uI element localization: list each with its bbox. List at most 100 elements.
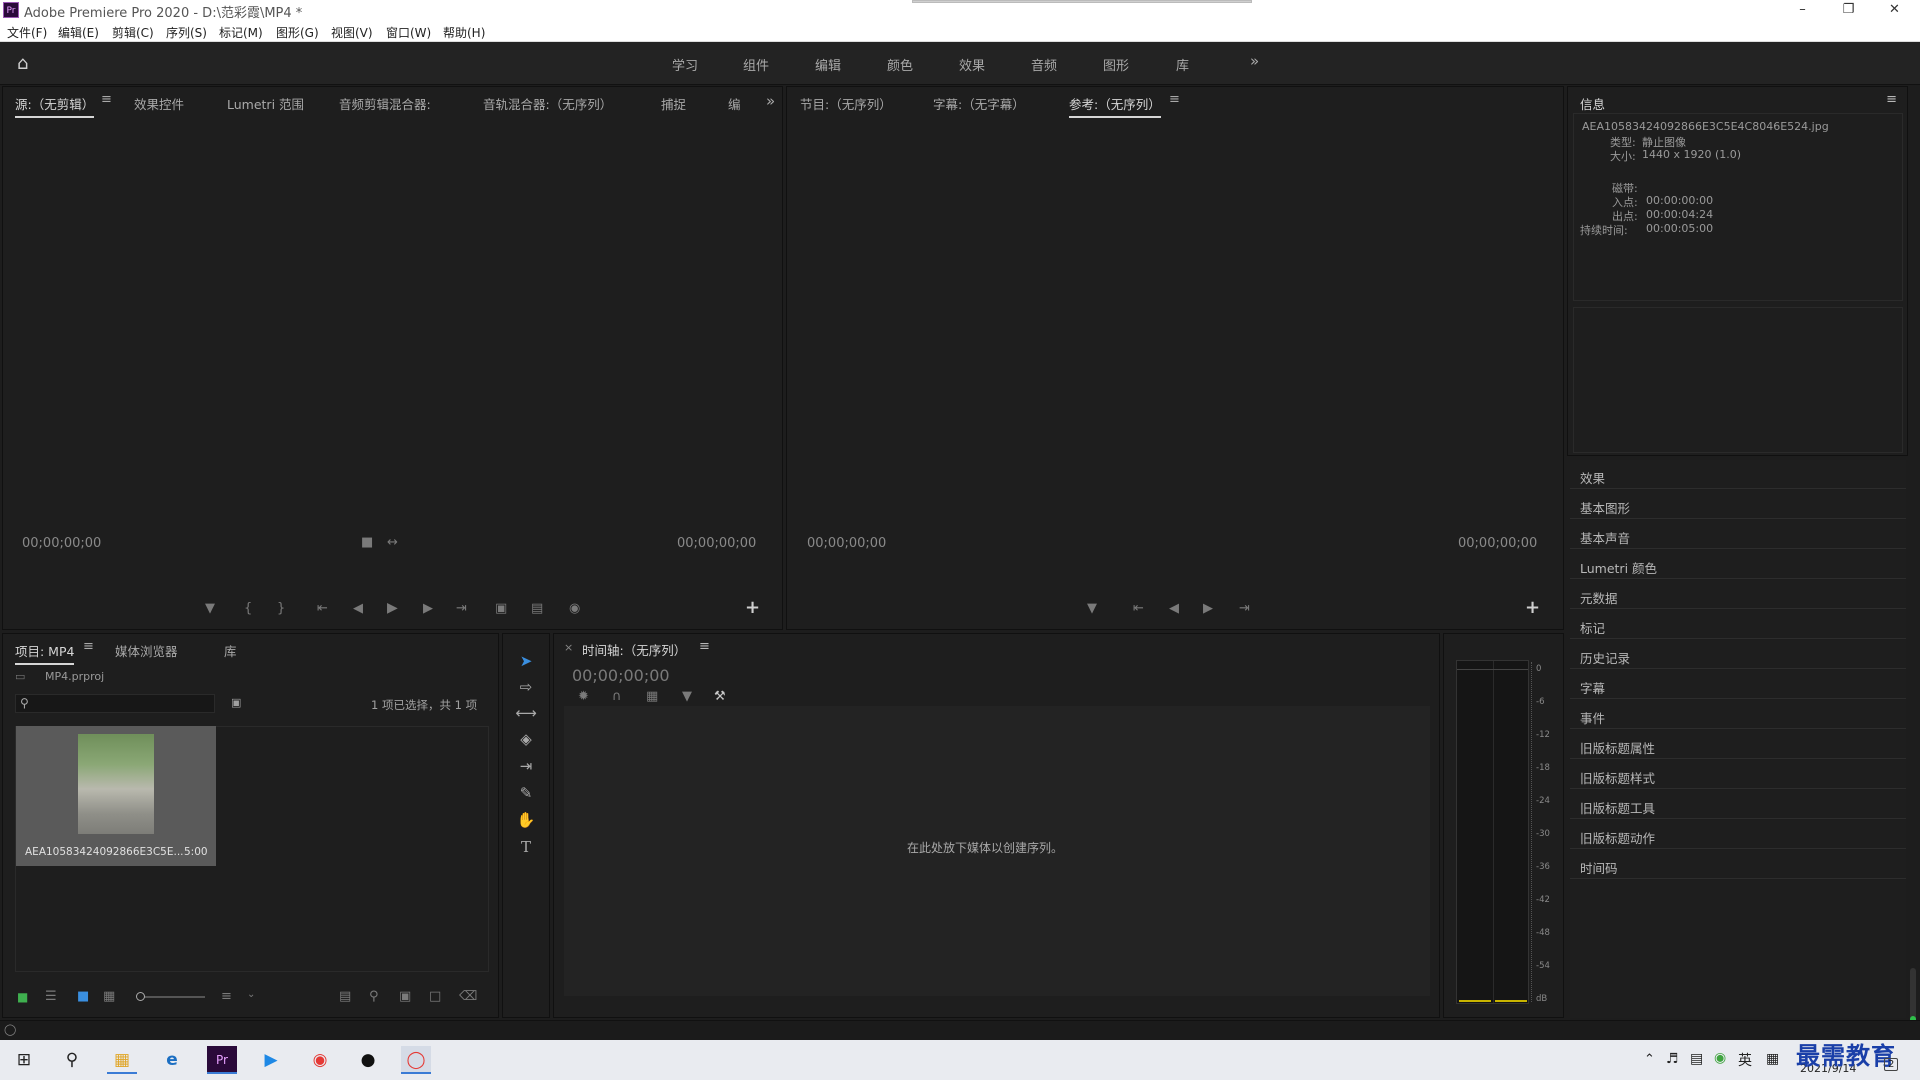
workspace-effects[interactable]: 效果 [959, 55, 985, 74]
panel-menu-icon[interactable]: ≡ [83, 639, 94, 654]
panel-legacy-title-properties[interactable]: 旧版标题属性 [1570, 730, 1906, 759]
tab-audio-clip-mixer[interactable]: 音频剪辑混合器: [339, 94, 431, 113]
tab-program[interactable]: 节目:（无序列） [800, 94, 892, 113]
premiere-taskbar-icon[interactable]: Pr [207, 1046, 237, 1074]
button-editor-plus-icon[interactable]: + [745, 597, 760, 618]
step-back-icon[interactable]: ◀ [1169, 601, 1179, 616]
workspace-editing[interactable]: 编辑 [815, 55, 841, 74]
tab-libraries[interactable]: 库 [224, 641, 237, 660]
zoom-slider-handle[interactable] [136, 992, 145, 1001]
tab-edit-truncated[interactable]: 编 [728, 94, 741, 113]
workspace-assembly[interactable]: 组件 [743, 55, 769, 74]
volume-icon[interactable]: ♬ [1666, 1051, 1679, 1067]
workspace-audio[interactable]: 音频 [1031, 55, 1057, 74]
overwrite-icon[interactable]: ▤ [531, 601, 543, 616]
workspace-color[interactable]: 颜色 [887, 55, 913, 74]
wrench-icon[interactable]: ⚒ [714, 689, 726, 704]
panel-legacy-title-actions[interactable]: 旧版标题动作 [1570, 820, 1906, 849]
export-frame-icon[interactable]: ◉ [569, 601, 580, 616]
file-explorer-icon[interactable]: ▦ [107, 1046, 137, 1074]
close-tab-icon[interactable]: × [564, 641, 573, 654]
menu-window[interactable]: 窗口(W) [386, 24, 431, 41]
menu-sequence[interactable]: 序列(S) [166, 24, 207, 41]
security-shield-icon[interactable]: ◉ [1714, 1050, 1726, 1066]
panel-menu-icon[interactable]: ≡ [1169, 92, 1180, 107]
sort-icon[interactable]: ≡ [221, 989, 232, 1004]
type-tool-icon[interactable]: T [512, 838, 540, 862]
project-search-input[interactable]: ⚲ [15, 694, 215, 713]
right-scrollbar[interactable] [1910, 968, 1916, 1028]
workspace-learn[interactable]: 学习 [672, 55, 698, 74]
panel-lumetri-color[interactable]: Lumetri 颜色 [1570, 550, 1906, 579]
track-select-tool-icon[interactable]: ⇨ [512, 678, 540, 702]
snap-icon[interactable]: ∩ [612, 689, 622, 704]
razor-tool-icon[interactable]: ◈ [512, 730, 540, 754]
minimize-button[interactable]: – [1780, 0, 1825, 20]
list-view-icon[interactable]: ☰ [45, 989, 57, 1004]
new-bin-from-search-icon[interactable]: ▣ [231, 696, 241, 709]
workspace-overflow-icon[interactable]: » [1250, 52, 1259, 70]
home-icon[interactable]: ⌂ [17, 53, 28, 74]
step-forward-icon[interactable]: ▶ [1203, 601, 1213, 616]
workspace-libraries[interactable]: 库 [1176, 55, 1189, 74]
reference-marker-icon[interactable]: ▼ [1087, 601, 1097, 616]
hand-tool-icon[interactable]: ✋ [512, 811, 540, 835]
menu-clip[interactable]: 剪辑(C) [112, 24, 154, 41]
go-to-out-icon[interactable]: ⇥ [456, 601, 467, 616]
windows-start-icon[interactable]: ⊞ [9, 1046, 39, 1074]
panel-metadata[interactable]: 元数据 [1570, 580, 1906, 609]
panel-captions[interactable]: 字幕 [1570, 670, 1906, 699]
status-icon[interactable]: ◯ [4, 1023, 16, 1036]
panel-essential-sound[interactable]: 基本声音 [1570, 520, 1906, 549]
panel-menu-icon[interactable]: ≡ [699, 639, 710, 654]
panel-history[interactable]: 历史记录 [1570, 640, 1906, 669]
panel-menu-icon[interactable]: ≡ [1886, 92, 1897, 107]
slip-tool-icon[interactable]: ⇥ [512, 757, 540, 781]
tab-reference[interactable]: 参考:（无序列） [1069, 94, 1161, 118]
ripple-edit-tool-icon[interactable]: ⟷ [512, 704, 540, 728]
add-marker-icon[interactable]: ▼ [205, 601, 215, 616]
chevron-down-icon[interactable]: ⌄ [247, 989, 255, 1000]
tab-capture[interactable]: 捕捉 [661, 94, 686, 113]
tab-captions[interactable]: 字幕:（无字幕） [933, 94, 1025, 113]
notification-center-icon[interactable]: 2 [1884, 1058, 1899, 1071]
drop-frame-icon[interactable]: ■ [361, 535, 373, 550]
close-button[interactable]: ✕ [1872, 0, 1917, 20]
zoom-slider[interactable] [136, 992, 205, 1001]
tab-timeline[interactable]: 时间轴:（无序列） [582, 640, 686, 659]
go-to-previous-edit-icon[interactable]: ⇤ [1133, 601, 1144, 616]
panel-effects[interactable]: 效果 [1570, 460, 1906, 489]
info-panel-title[interactable]: 信息 [1580, 94, 1605, 113]
edge-browser-icon[interactable]: e [157, 1046, 187, 1074]
new-item-icon[interactable]: □ [429, 989, 441, 1004]
search-icon[interactable]: ⚲ [57, 1046, 87, 1074]
screen-recorder-icon[interactable]: ◯ [401, 1046, 431, 1074]
menu-view[interactable]: 视图(V) [331, 24, 373, 41]
add-marker-icon[interactable]: ▼ [682, 689, 692, 704]
menu-graphics[interactable]: 图形(G) [276, 24, 319, 41]
panel-markers[interactable]: 标记 [1570, 610, 1906, 639]
menu-file[interactable]: 文件(F) [7, 24, 47, 41]
freeform-view-icon[interactable]: ▦ [103, 989, 115, 1004]
new-bin-icon[interactable]: ▣ [399, 989, 411, 1004]
ime-language[interactable]: 英 [1738, 1050, 1752, 1070]
go-to-in-icon[interactable]: ⇤ [317, 601, 328, 616]
panel-legacy-title-styles[interactable]: 旧版标题样式 [1570, 760, 1906, 789]
reference-playhead-timecode[interactable]: 00;00;00;00 [807, 536, 886, 551]
restore-button[interactable]: ❐ [1826, 0, 1871, 20]
trash-icon[interactable]: ⌫ [459, 989, 477, 1004]
button-editor-plus-icon[interactable]: + [1525, 597, 1540, 618]
tab-project[interactable]: 项目: MP4 [15, 641, 75, 665]
menu-edit[interactable]: 编辑(E) [58, 24, 99, 41]
panel-menu-icon[interactable]: ≡ [101, 92, 112, 107]
panel-events[interactable]: 事件 [1570, 700, 1906, 729]
menu-marker[interactable]: 标记(M) [219, 24, 263, 41]
project-item-thumbnail[interactable]: AEA10583424092866E3C5E... 5:00 [16, 726, 216, 866]
step-forward-icon[interactable]: ▶ [423, 601, 433, 616]
network-icon[interactable]: ▤ [1690, 1051, 1703, 1067]
step-back-icon[interactable]: ◀ [353, 601, 363, 616]
tab-effect-controls[interactable]: 效果控件 [134, 94, 184, 113]
ime-keyboard-icon[interactable]: ▦ [1766, 1051, 1779, 1067]
selection-tool-icon[interactable]: ➤ [512, 652, 540, 676]
panel-essential-graphics[interactable]: 基本图形 [1570, 490, 1906, 519]
